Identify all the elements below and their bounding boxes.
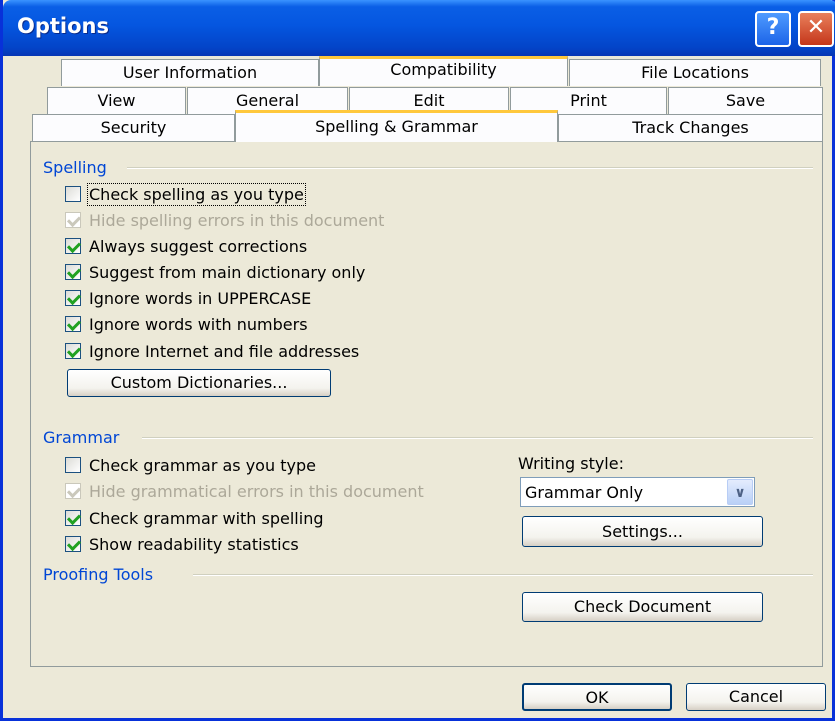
spelling-divider [127, 167, 813, 169]
checkbox[interactable] [65, 457, 81, 473]
check-document-button[interactable]: Check Document [522, 592, 763, 622]
hide-grammatical-errors-option[interactable]: Hide grammatical errors in this document [65, 479, 424, 503]
settings-button[interactable]: Settings... [522, 516, 763, 547]
checkbox[interactable] [65, 536, 81, 552]
option-label: Ignore words in UPPERCASE [89, 288, 312, 308]
option-label: Check spelling as you type [87, 182, 306, 206]
tab-security[interactable]: Security [32, 114, 235, 141]
option-label: Ignore words with numbers [89, 314, 308, 334]
custom-dictionaries-button[interactable]: Custom Dictionaries... [67, 369, 331, 397]
proofing-tools-group-label: Proofing Tools [43, 565, 154, 584]
cancel-button[interactable]: Cancel [686, 683, 826, 711]
checkbox[interactable] [65, 212, 81, 228]
writing-style-label: Writing style: [518, 454, 624, 473]
checkbox[interactable] [65, 510, 81, 526]
always-suggest-corrections-option[interactable]: Always suggest corrections [65, 234, 307, 258]
option-label: Check grammar with spelling [89, 508, 324, 528]
check-grammar-as-you-type-option[interactable]: Check grammar as you type [65, 453, 316, 477]
option-label: Check grammar as you type [89, 455, 316, 475]
option-label: Always suggest corrections [89, 236, 308, 256]
checkbox[interactable] [65, 343, 81, 359]
close-button[interactable]: ✕ [798, 11, 834, 47]
check-grammar-with-spelling-option[interactable]: Check grammar with spelling [65, 506, 323, 530]
tab-spelling-grammar[interactable]: Spelling & Grammar [235, 110, 558, 142]
checkbox[interactable] [65, 264, 81, 280]
tab-view[interactable]: View [47, 87, 186, 114]
checkbox[interactable] [65, 238, 81, 254]
option-label: Hide spelling errors in this document [89, 210, 385, 230]
options-dialog: Options ? ✕ User Information Compatibili… [0, 0, 835, 721]
option-label: Suggest from main dictionary only [89, 262, 366, 282]
tab-file-locations[interactable]: File Locations [569, 59, 821, 86]
checkbox[interactable] [65, 290, 81, 306]
checkbox[interactable] [65, 483, 81, 499]
checkbox[interactable] [65, 316, 81, 332]
option-label: Show readability statistics [89, 534, 299, 554]
tab-save[interactable]: Save [668, 87, 823, 114]
grammar-divider [142, 437, 813, 439]
checkbox[interactable] [65, 186, 81, 202]
check-spelling-as-you-type-option[interactable]: Check spelling as you type [65, 182, 306, 206]
tab-track-changes[interactable]: Track Changes [558, 114, 823, 141]
title-bar[interactable]: Options ? ✕ [3, 0, 835, 56]
ignore-internet-addresses-option[interactable]: Ignore Internet and file addresses [65, 339, 359, 363]
suggest-main-dictionary-option[interactable]: Suggest from main dictionary only [65, 260, 365, 284]
window-title: Options [17, 14, 109, 38]
grammar-group-label: Grammar [43, 428, 120, 447]
tab-compatibility[interactable]: Compatibility [319, 56, 568, 86]
proofing-divider [193, 574, 813, 576]
help-button[interactable]: ? [755, 11, 791, 47]
chevron-down-icon[interactable]: ∨ [727, 479, 753, 505]
option-label: Ignore Internet and file addresses [89, 341, 360, 361]
option-label: Hide grammatical errors in this document [89, 481, 424, 501]
spelling-group-label: Spelling [43, 158, 107, 177]
ok-button[interactable]: OK [522, 683, 672, 711]
tab-user-information[interactable]: User Information [61, 59, 319, 86]
show-readability-statistics-option[interactable]: Show readability statistics [65, 532, 299, 556]
hide-spelling-errors-option[interactable]: Hide spelling errors in this document [65, 208, 384, 232]
ignore-uppercase-option[interactable]: Ignore words in UPPERCASE [65, 286, 311, 310]
writing-style-select[interactable]: Grammar Only ∨ [520, 477, 755, 507]
ignore-numbers-option[interactable]: Ignore words with numbers [65, 312, 308, 336]
writing-style-value: Grammar Only [525, 483, 644, 502]
